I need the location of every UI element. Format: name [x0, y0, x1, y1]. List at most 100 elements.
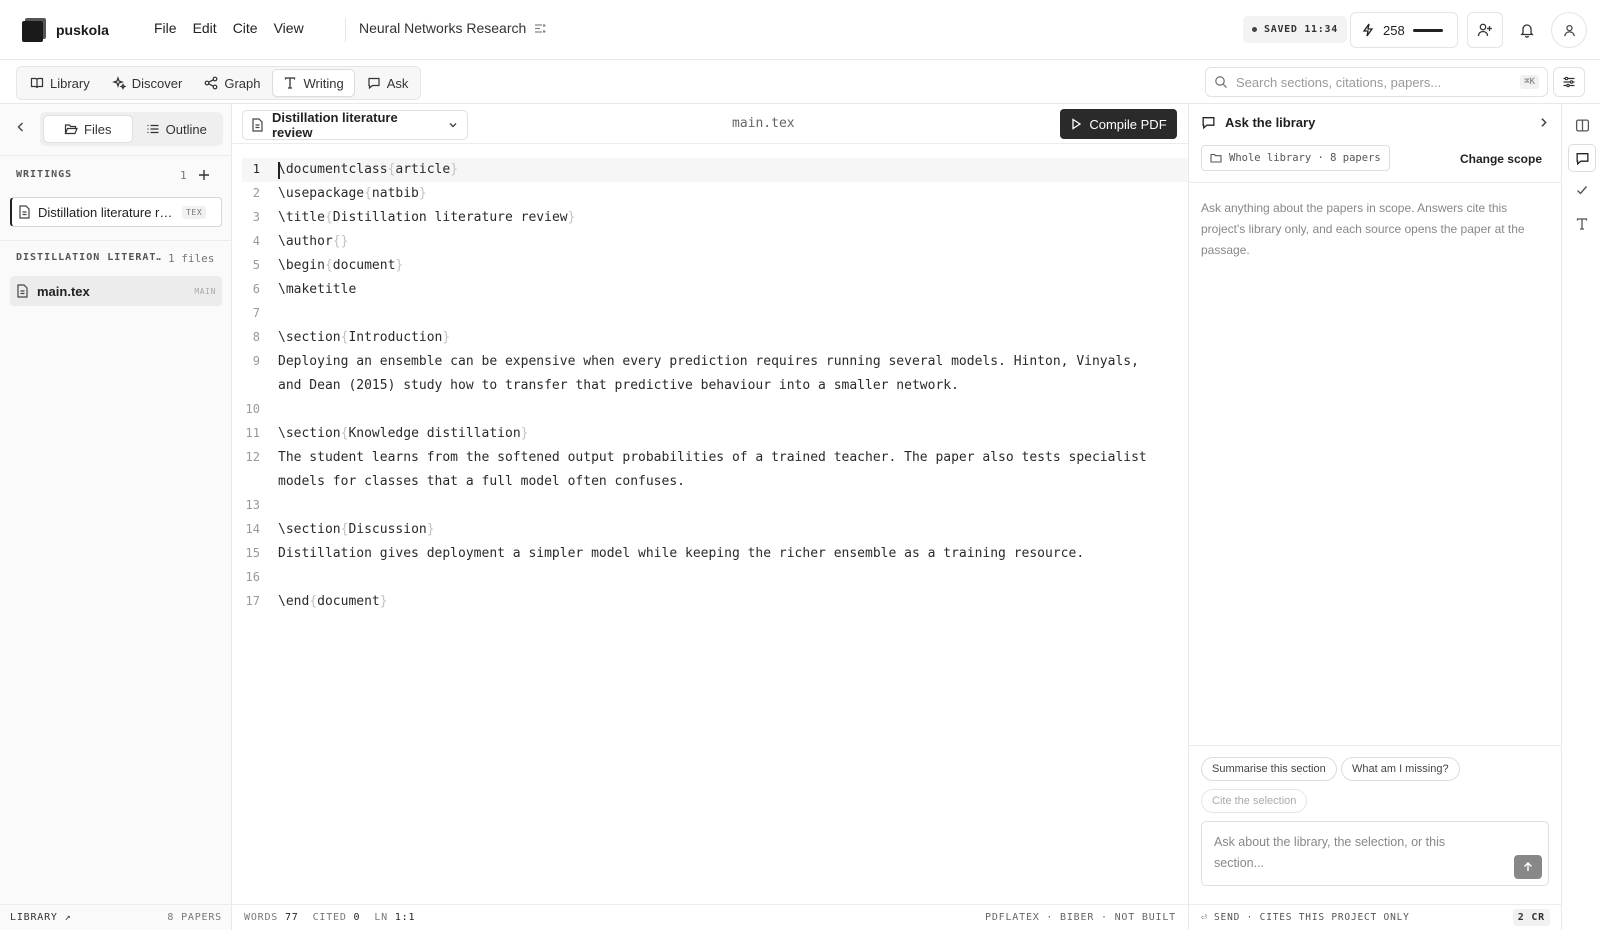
- ask-input-box[interactable]: [1201, 821, 1549, 886]
- search-icon: [1214, 75, 1228, 89]
- credit-cost-badge: 2 CR: [1512, 909, 1550, 926]
- list-settings-icon: [534, 22, 547, 35]
- menu-file[interactable]: File: [146, 18, 185, 38]
- chip-summarise-section[interactable]: Summarise this section: [1201, 757, 1337, 781]
- code-line[interactable]: \usepackage{natbib}: [278, 182, 1168, 206]
- line-number: 8: [252, 330, 260, 344]
- chip-cite-selection[interactable]: Cite the selection: [1201, 789, 1308, 813]
- code-line[interactable]: \section{Knowledge distillation}: [278, 422, 1168, 446]
- file-item-main-tex[interactable]: main.tex MAIN: [10, 276, 222, 306]
- code-line[interactable]: The student learns from the softened out…: [278, 446, 1168, 494]
- saved-status-text: SAVED 11:34: [1264, 24, 1338, 35]
- word-count: WORDS 77: [244, 912, 299, 923]
- code-line[interactable]: \end{document}: [278, 590, 1168, 614]
- change-scope-button[interactable]: Change scope: [1460, 152, 1542, 166]
- code-line[interactable]: \begin{document}: [278, 254, 1168, 278]
- sparkle-icon: [111, 76, 126, 90]
- ask-input[interactable]: [1214, 832, 1494, 876]
- document-selector[interactable]: Distillation literature review: [242, 110, 468, 140]
- code-line[interactable]: Distillation gives deployment a simpler …: [278, 542, 1168, 566]
- chat-icon: [1201, 115, 1216, 130]
- ask-panel-header: Ask the library: [1189, 104, 1562, 141]
- split-view-button[interactable]: [1568, 111, 1596, 139]
- chat-icon: [367, 76, 381, 90]
- send-button[interactable]: [1514, 855, 1542, 879]
- line-number: 16: [245, 570, 260, 584]
- editor-toolbar: Distillation literature review main.tex …: [232, 104, 1188, 144]
- code-line[interactable]: \section{Introduction}: [278, 326, 1168, 350]
- credits-count: 258: [1383, 22, 1405, 38]
- library-link[interactable]: LIBRARY ↗: [10, 912, 71, 923]
- search-input[interactable]: [1236, 74, 1513, 90]
- code-line[interactable]: \maketitle: [278, 278, 1168, 302]
- writings-section-label: WRITINGS: [16, 169, 73, 180]
- writing-item[interactable]: Distillation literature review TEX: [10, 197, 222, 227]
- code-line[interactable]: \documentclass{article}: [278, 158, 1168, 182]
- folder-icon: [1210, 152, 1222, 164]
- tab-ask[interactable]: Ask: [357, 69, 419, 97]
- compile-pdf-button[interactable]: Compile PDF: [1060, 109, 1177, 139]
- top-bar: puskola File Edit Cite View Neural Netwo…: [0, 0, 1600, 60]
- notifications-button[interactable]: [1509, 12, 1545, 48]
- file-sidebar: Files Outline WRITINGS 1 Distillation li…: [0, 104, 232, 930]
- writings-count: 1: [180, 169, 187, 182]
- line-number: 7: [252, 306, 260, 320]
- tab-library[interactable]: Library: [20, 69, 100, 97]
- code-line[interactable]: \title{Distillation literature review}: [278, 206, 1168, 230]
- invite-user-button[interactable]: [1467, 12, 1503, 48]
- ask-panel-button[interactable]: [1568, 144, 1596, 172]
- scope-text: Whole library · 8 papers: [1229, 152, 1381, 164]
- line-number: 1: [252, 162, 260, 176]
- add-writing-button[interactable]: [198, 169, 210, 181]
- editor-status-bar: WORDS 77 CITED 0 LN 1:1 PDFLATEX · BIBER…: [232, 904, 1188, 930]
- filters-button[interactable]: [1553, 67, 1585, 97]
- file-tag: MAIN: [194, 286, 216, 296]
- line-number: 15: [245, 546, 260, 560]
- sidebar-tabs: Files Outline: [40, 112, 223, 146]
- collapse-sidebar-button[interactable]: [14, 120, 28, 134]
- tab-graph[interactable]: Graph: [194, 69, 270, 97]
- bell-icon: [1519, 22, 1535, 38]
- code-line[interactable]: \section{Discussion}: [278, 518, 1168, 542]
- divider: [345, 18, 346, 42]
- check-icon: [1575, 183, 1589, 197]
- build-status: PDFLATEX · BIBER · NOT BUILT: [985, 912, 1176, 923]
- tab-outline[interactable]: Outline: [133, 115, 221, 143]
- menu-edit[interactable]: Edit: [185, 18, 225, 38]
- search-box[interactable]: ⌘K: [1205, 67, 1548, 97]
- user-menu-button[interactable]: [1551, 12, 1587, 48]
- ask-panel: Ask the library Whole library · 8 papers…: [1188, 104, 1562, 930]
- project-name-button[interactable]: Neural Networks Research: [359, 20, 547, 36]
- ask-panel-title: Ask the library: [1225, 115, 1316, 130]
- line-number: 5: [252, 258, 260, 272]
- arrow-up-icon: [1522, 861, 1534, 873]
- credits-button[interactable]: 258: [1350, 12, 1458, 48]
- line-number: 13: [245, 498, 260, 512]
- tab-ask-label: Ask: [386, 75, 409, 91]
- tab-files[interactable]: Files: [43, 115, 133, 143]
- document-icon: [251, 118, 264, 132]
- format-text-button[interactable]: [1568, 210, 1596, 238]
- menu-view[interactable]: View: [266, 18, 312, 38]
- ask-help-text: Ask anything about the papers in scope. …: [1201, 201, 1525, 257]
- right-rail: [1561, 104, 1600, 930]
- line-number: 2: [252, 186, 260, 200]
- saved-dot-icon: [1252, 27, 1257, 32]
- chevron-left-icon: [17, 122, 23, 132]
- tab-writing[interactable]: Writing: [272, 69, 355, 97]
- line-number: 10: [245, 402, 260, 416]
- close-panel-button[interactable]: [1537, 116, 1550, 129]
- book-icon: [30, 76, 44, 90]
- app-logo[interactable]: puskola: [22, 18, 109, 42]
- scope-badge: Whole library · 8 papers: [1201, 145, 1390, 171]
- code-line[interactable]: \author{}: [278, 230, 1168, 254]
- file-name: main.tex: [37, 283, 90, 299]
- chip-what-am-i-missing[interactable]: What am I missing?: [1341, 757, 1460, 781]
- review-button[interactable]: [1568, 176, 1596, 204]
- folder-section-label: DISTILLATION LITERAT…: [16, 252, 161, 263]
- columns-icon: [1575, 118, 1590, 133]
- code-line[interactable]: Deploying an ensemble can be expensive w…: [278, 350, 1168, 398]
- tab-discover[interactable]: Discover: [102, 69, 193, 97]
- tab-discover-label: Discover: [131, 75, 183, 91]
- menu-cite[interactable]: Cite: [225, 18, 266, 38]
